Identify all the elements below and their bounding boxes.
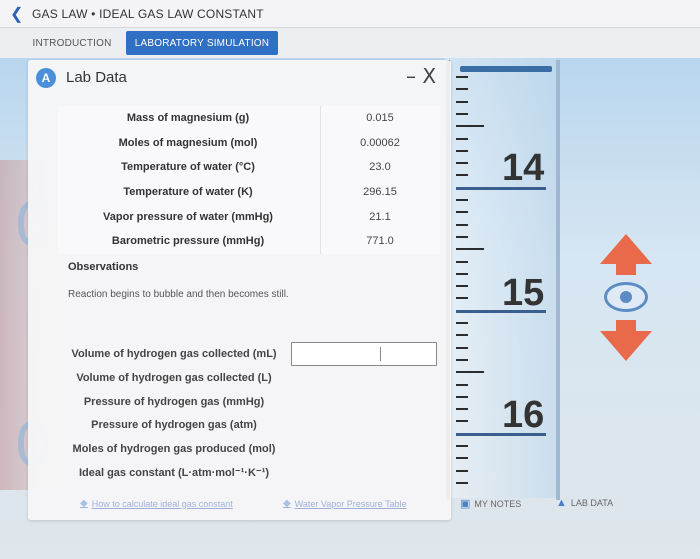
flask-icon: ▲ <box>556 497 567 509</box>
lab-data-label: LAB DATA <box>570 498 614 508</box>
meniscus-line <box>460 66 552 72</box>
tab-laboratory-simulation[interactable]: LABORATORY SIMULATION <box>126 31 278 55</box>
minor-tick <box>456 371 484 374</box>
minor-tick <box>456 469 468 472</box>
minor-tick <box>456 272 468 275</box>
lab-data-button[interactable]: ▲ LAB DATA <box>556 497 613 509</box>
volume-ml-input[interactable] <box>291 342 437 366</box>
minor-tick <box>456 100 468 103</box>
minor-tick <box>456 445 468 447</box>
minor-tick <box>456 223 468 226</box>
minor-tick <box>456 76 468 78</box>
my-notes-label: MY NOTES <box>474 498 522 509</box>
row-value: 296.15 <box>363 186 397 199</box>
row-label: Temperature of water (°C) <box>121 161 255 174</box>
table-row: Temperature of water (°C) 23.0 <box>58 155 440 180</box>
row-value: 23.0 <box>369 161 391 174</box>
observations-label: Observations <box>68 261 139 273</box>
minor-tick <box>456 137 468 140</box>
eye-icon[interactable] <box>604 282 648 312</box>
row-label: Temperature of water (K) <box>123 186 253 199</box>
minor-tick <box>456 88 468 91</box>
minor-tick <box>456 383 468 386</box>
calc-label: Volume of hydrogen gas collected (L) <box>76 371 272 384</box>
cylinder-label-16: 16 <box>502 394 545 436</box>
minor-tick <box>456 408 468 411</box>
my-notes-button[interactable]: ▣ MY NOTES <box>460 497 521 510</box>
row-value: 0.00062 <box>360 136 400 149</box>
row-value: 0.015 <box>366 112 394 124</box>
table-row: Vapor pressure of water (mmHg) 21.1 <box>58 205 440 230</box>
minor-tick <box>456 358 468 361</box>
panel-title: Lab Data <box>66 69 127 86</box>
calc-label: Volume of hydrogen gas collected (mL) <box>71 348 277 360</box>
minor-tick <box>456 125 484 128</box>
row-label: Mass of magnesium (g) <box>126 112 250 124</box>
tab-bar: INTRODUCTION LABORATORY SIMULATION <box>0 28 700 58</box>
minor-tick <box>456 297 468 300</box>
minor-tick <box>456 260 468 263</box>
link-label[interactable]: How to calculate ideal gas constant <box>92 499 233 509</box>
minor-tick <box>456 420 468 423</box>
data-table: Mass of magnesium (g) 0.015 Moles of magn… <box>58 106 440 254</box>
row-label: Vapor pressure of water (mmHg) <box>103 210 273 223</box>
top-bar: ❮ GAS LAW • IDEAL GAS LAW CONSTANT <box>0 0 700 28</box>
panel-badge: A <box>36 68 56 88</box>
minor-tick <box>456 334 468 337</box>
close-icon[interactable]: – X <box>406 64 436 88</box>
tag-icon: ◆ <box>80 498 88 509</box>
link-label[interactable]: Water Vapor Pressure Table <box>295 499 407 509</box>
minor-tick <box>456 235 468 238</box>
cylinder-label-15: 15 <box>502 272 545 314</box>
tab-introduction[interactable]: INTRODUCTION <box>26 31 118 55</box>
ideal-gas-help-link[interactable]: ◆ How to calculate ideal gas constant <box>80 498 233 509</box>
page-title: GAS LAW • IDEAL GAS LAW CONSTANT <box>32 6 264 21</box>
row-label: Barometric pressure (mmHg) <box>111 235 265 248</box>
arrow-down-icon[interactable] <box>600 331 652 361</box>
calc-label: Pressure of hydrogen gas (mmHg) <box>83 395 265 408</box>
minor-tick <box>456 481 468 484</box>
vapor-pressure-table-link[interactable]: ◆ Water Vapor Pressure Table <box>283 498 407 509</box>
cylinder-label-14: 14 <box>502 147 545 189</box>
minor-tick <box>456 457 468 460</box>
cylinder-wall-right <box>556 60 560 500</box>
row-label: Moles of magnesium (mol) <box>118 136 258 149</box>
minor-tick <box>456 174 468 177</box>
minor-tick <box>456 248 484 251</box>
panel-header: A Lab Data – X <box>28 60 451 94</box>
text-cursor <box>380 347 381 361</box>
table-row: Barometric pressure (mmHg) 771.0 <box>58 229 440 254</box>
calc-label: Pressure of hydrogen gas (atm) <box>91 419 257 432</box>
notes-icon: ▣ <box>460 498 471 510</box>
calculation-list: Volume of hydrogen gas collected (mL) Vo… <box>64 342 284 485</box>
table-row: Temperature of water (K) 296.15 <box>58 180 440 205</box>
arrow-up-stem[interactable] <box>616 263 636 275</box>
minor-tick <box>456 395 468 398</box>
minor-tick <box>456 112 468 115</box>
arrow-up-icon[interactable] <box>600 234 652 264</box>
table-row: Mass of magnesium (g) 0.015 <box>58 106 440 131</box>
minor-tick <box>456 199 468 201</box>
minor-tick <box>456 211 468 214</box>
minor-tick <box>456 162 468 165</box>
eye-pupil <box>620 291 632 303</box>
minor-tick <box>456 322 468 324</box>
observations-text: Reaction begins to bubble and then becom… <box>68 289 289 300</box>
table-row: Moles of magnesium (mol) 0.00062 <box>58 131 440 156</box>
minor-tick <box>456 149 468 152</box>
chevron-left-icon[interactable]: ❮ <box>10 4 24 24</box>
tag-icon: ◆ <box>283 498 291 509</box>
row-value: 21.1 <box>369 210 391 223</box>
lab-data-panel: A Lab Data – X Mass of magnesium (g) 0.01… <box>28 60 451 520</box>
calc-label: Ideal gas constant (L·atm·mol⁻¹·K⁻¹) <box>78 466 270 479</box>
zoom-control <box>600 234 652 364</box>
minor-tick <box>456 285 468 288</box>
minor-tick <box>456 346 468 349</box>
calc-label: Moles of hydrogen gas produced (mol) <box>72 443 276 456</box>
row-value: 771.0 <box>366 235 394 248</box>
